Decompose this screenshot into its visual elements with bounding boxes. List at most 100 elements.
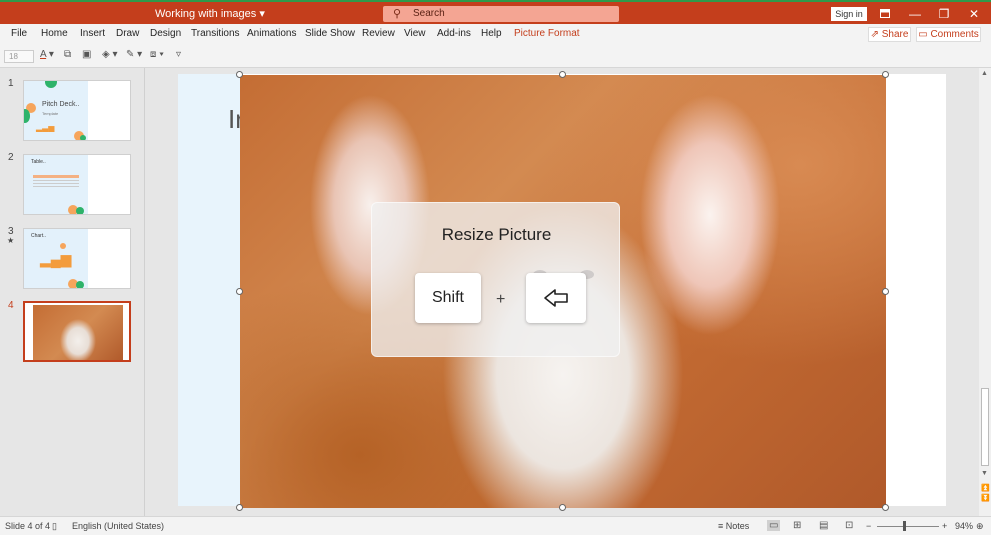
notes-icon: ≡: [718, 521, 726, 531]
spelling-icon[interactable]: ▯: [52, 521, 57, 532]
scrollbar-thumb[interactable]: [981, 388, 989, 466]
language-indicator[interactable]: English (United States): [72, 521, 164, 531]
comment-icon: ▭: [918, 29, 931, 40]
status-bar: Slide 4 of 4 ▯ English (United States) ≡…: [0, 516, 991, 535]
share-button[interactable]: ⇗ Share: [868, 27, 911, 42]
thumb-number: 4: [8, 300, 14, 311]
thumb-deco-circle: [76, 281, 84, 288]
quick-toolbar: 18 A ▾ ⧉ ▣ ◈ ▾ ✎ ▾ ⧈ ▾ ▿: [0, 45, 991, 68]
crop-icon[interactable]: ▣: [82, 49, 91, 60]
tab-file[interactable]: File: [11, 28, 27, 39]
thumb-table-row: [33, 180, 79, 181]
thumb-deco-circle: [60, 243, 66, 249]
scroll-up-icon[interactable]: ▲: [981, 70, 988, 77]
copy-icon[interactable]: ⧉: [64, 49, 71, 60]
resize-handle-bottom-right[interactable]: [882, 504, 889, 511]
minimize-button[interactable]: —: [903, 5, 927, 23]
more-icon[interactable]: ▿: [176, 49, 181, 60]
thumb-title: Chart..: [31, 233, 47, 239]
comments-button[interactable]: ▭ Comments: [916, 27, 981, 42]
fit-to-window-icon[interactable]: ⊕: [976, 521, 984, 532]
thumb-table-header: [33, 175, 79, 178]
plus-sign: +: [496, 291, 506, 308]
left-arrow-icon: [544, 289, 568, 307]
normal-view-icon[interactable]: ▭: [767, 520, 781, 531]
document-title[interactable]: Working with images ▾: [155, 7, 265, 20]
slide-show-icon[interactable]: ⊡: [845, 520, 853, 531]
ribbon-display-icon[interactable]: [873, 5, 897, 23]
thumb-table-row: [33, 186, 79, 187]
outline-icon[interactable]: ✎ ▾: [126, 49, 142, 60]
tab-picture-format[interactable]: Picture Format: [514, 28, 580, 39]
slide-thumbnail-4[interactable]: [23, 301, 131, 362]
slide-thumbnail-3[interactable]: Chart.. ▂▄▆: [23, 228, 131, 289]
resize-handle-top[interactable]: [559, 71, 566, 78]
search-box[interactable]: ⚲ Search: [383, 6, 619, 22]
tab-home[interactable]: Home: [41, 28, 68, 39]
search-placeholder: Search: [413, 8, 445, 19]
tab-slide-show[interactable]: Slide Show: [305, 28, 355, 39]
tab-transitions[interactable]: Transitions: [191, 28, 240, 39]
close-button[interactable]: ✕: [962, 5, 986, 23]
tab-add-ins[interactable]: Add-ins: [437, 28, 471, 39]
tab-view[interactable]: View: [404, 28, 426, 39]
zoom-slider-track[interactable]: [877, 526, 939, 527]
share-label: Share: [881, 29, 909, 40]
reading-view-icon[interactable]: ▤: [819, 520, 828, 531]
slide-counter: Slide 4 of 4: [5, 521, 51, 531]
tab-help[interactable]: Help: [481, 28, 502, 39]
resize-handle-top-right[interactable]: [882, 71, 889, 78]
notes-button[interactable]: ≡ Notes: [718, 521, 749, 531]
search-icon: ⚲: [393, 8, 402, 20]
previous-slide-icon[interactable]: ⏫: [981, 484, 990, 492]
font-color-glyph: A: [40, 49, 47, 60]
zoom-out-button[interactable]: −: [866, 521, 871, 531]
slide-left-panel: [178, 74, 240, 506]
slide-sorter-icon[interactable]: ⊞: [793, 520, 801, 531]
chart-icon: ▂▃▅: [36, 123, 55, 132]
zoom-in-button[interactable]: +: [942, 521, 947, 531]
fill-icon[interactable]: ◈ ▾: [102, 49, 118, 60]
fennec-fox-image: [33, 305, 123, 360]
scroll-down-icon[interactable]: ▼: [981, 470, 988, 477]
resize-handle-right[interactable]: [882, 288, 889, 295]
font-color-icon[interactable]: A ▾: [40, 49, 54, 60]
resize-handle-bottom-left[interactable]: [236, 504, 243, 511]
resize-handle-top-left[interactable]: [236, 71, 243, 78]
left-arrow-key: [526, 273, 586, 323]
shift-key: Shift: [415, 273, 481, 323]
slide-thumbnail-2[interactable]: Table..: [23, 154, 131, 215]
share-icon: ⇗: [870, 29, 882, 40]
shortcut-overlay: Resize Picture Shift +: [371, 202, 620, 357]
thumb-table-row: [33, 183, 79, 184]
zoom-slider-thumb[interactable]: [903, 521, 906, 531]
sign-in-button[interactable]: Sign in: [831, 7, 867, 21]
thumb-title: Table..: [31, 159, 46, 165]
tab-insert[interactable]: Insert: [80, 28, 105, 39]
arrange-icon[interactable]: ⧈ ▾: [150, 49, 164, 60]
overlay-title: Resize Picture: [441, 225, 552, 244]
notes-label: Notes: [725, 521, 750, 531]
tab-draw[interactable]: Draw: [116, 28, 139, 39]
resize-handle-bottom[interactable]: [559, 504, 566, 511]
thumb-subtitle: Template: [42, 111, 59, 116]
ribbon-tabs: File Home Insert Draw Design Transitions…: [0, 24, 991, 45]
restore-button[interactable]: ❐: [932, 5, 956, 23]
thumb-number: 1: [8, 78, 14, 89]
thumb-number: 2: [8, 152, 14, 163]
chart-icon: ▂▄▆: [40, 251, 72, 267]
resize-handle-left[interactable]: [236, 288, 243, 295]
tab-animations[interactable]: Animations: [247, 28, 296, 39]
slide-thumbnail-1[interactable]: Pitch Deck.. Template ▂▃▅: [23, 80, 131, 141]
font-size-box[interactable]: 18: [4, 50, 34, 63]
thumb-deco-circle: [80, 135, 86, 140]
comments-label: Comments: [930, 29, 979, 40]
thumb-title: Pitch Deck..: [42, 101, 80, 108]
title-bar: Working with images ▾ ⚲ Search Sign in —…: [0, 0, 991, 24]
next-slide-icon[interactable]: ⏬: [981, 494, 990, 502]
tab-review[interactable]: Review: [362, 28, 395, 39]
animation-star-icon: ★: [7, 236, 15, 245]
vertical-scrollbar[interactable]: ▲ ▼ ⏫ ⏬: [979, 68, 991, 516]
zoom-level[interactable]: 94%: [955, 521, 973, 531]
tab-design[interactable]: Design: [150, 28, 181, 39]
